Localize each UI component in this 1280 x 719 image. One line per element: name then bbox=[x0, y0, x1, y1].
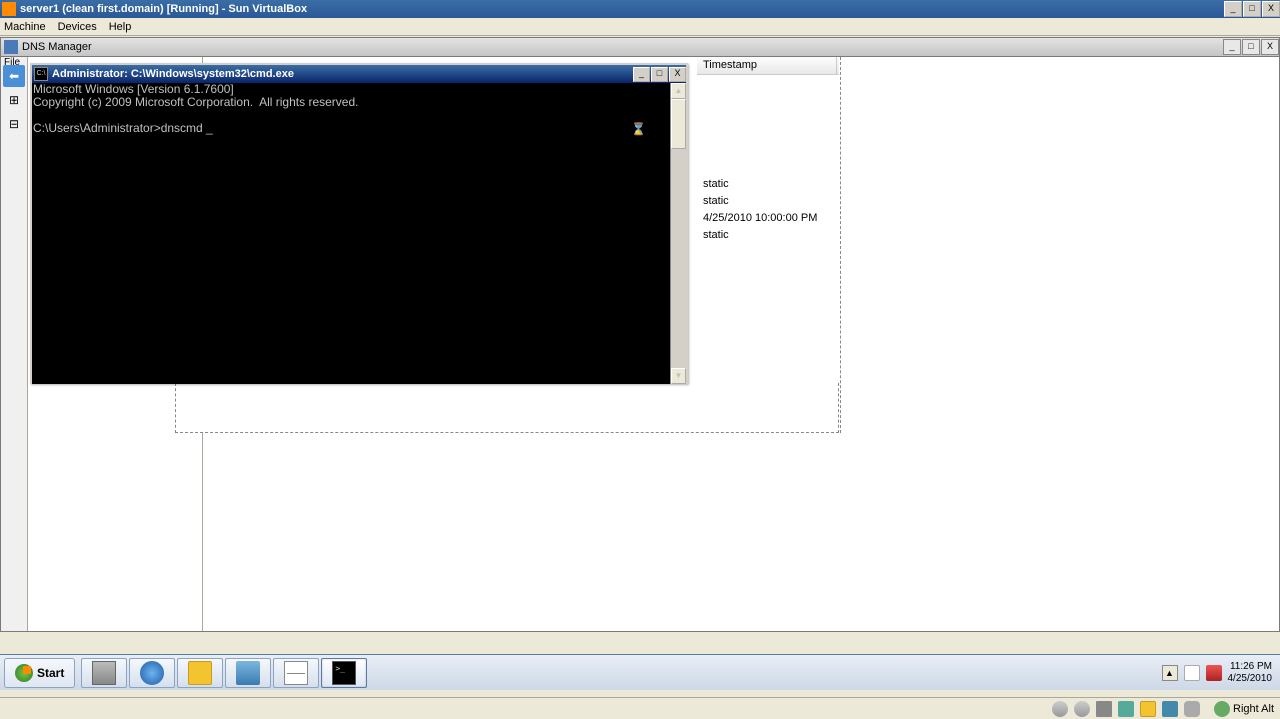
cmd-minimize-button[interactable]: _ bbox=[633, 67, 650, 82]
taskbar-item-dns[interactable] bbox=[273, 658, 319, 688]
virtualbox-title: server1 (clean first.domain) [Running] -… bbox=[20, 3, 1223, 15]
tray-date: 4/25/2010 bbox=[1228, 673, 1273, 685]
network-icon bbox=[236, 661, 260, 685]
cmd-icon: C:\ bbox=[34, 67, 48, 81]
vbox-close-button[interactable]: X bbox=[1262, 1, 1280, 17]
cmd-scrollbar[interactable]: ▲ ▼ bbox=[670, 83, 686, 384]
vbox-cd-icon[interactable] bbox=[1074, 701, 1090, 717]
cmd-maximize-button[interactable]: □ bbox=[651, 67, 668, 82]
dns-record-row[interactable]: static bbox=[697, 228, 839, 245]
cmd-titlebar[interactable]: C:\ Administrator: C:\Windows\system32\c… bbox=[32, 65, 686, 83]
dns-records-list: static static 4/25/2010 10:00:00 PM stat… bbox=[697, 75, 839, 245]
taskbar-item-server[interactable] bbox=[81, 658, 127, 688]
tree-collapse-icon[interactable]: ⊟ bbox=[3, 113, 25, 135]
cmd-window[interactable]: C:\ Administrator: C:\Windows\system32\c… bbox=[30, 63, 688, 384]
hostkey-label: Right Alt bbox=[1233, 703, 1274, 715]
system-tray: ▲ 11:26 PM 4/25/2010 bbox=[1162, 661, 1277, 685]
tray-action-center-icon[interactable] bbox=[1184, 665, 1200, 681]
vbox-display-icon[interactable] bbox=[1162, 701, 1178, 717]
dns-record-row[interactable]: 4/25/2010 10:00:00 PM bbox=[697, 211, 839, 228]
back-button[interactable]: ⬅ bbox=[3, 65, 25, 87]
dns-toolbar: File ⬅ ⊞ ⊟ bbox=[1, 57, 28, 631]
tray-time: 11:26 PM bbox=[1228, 661, 1273, 673]
virtualbox-statusbar: Right Alt bbox=[0, 697, 1280, 719]
dns-minimize-button[interactable]: _ bbox=[1223, 39, 1241, 55]
dns-record-row[interactable]: static bbox=[697, 177, 839, 194]
cmd-close-button[interactable]: X bbox=[669, 67, 686, 82]
virtualbox-menubar: Machine Devices Help bbox=[0, 18, 1280, 36]
dns-maximize-button[interactable]: □ bbox=[1242, 39, 1260, 55]
cmd-title: Administrator: C:\Windows\system32\cmd.e… bbox=[52, 68, 632, 80]
cmd-body[interactable]: Microsoft Windows [Version 6.1.7600] Cop… bbox=[32, 83, 686, 384]
taskbar-item-explorer[interactable] bbox=[177, 658, 223, 688]
virtualbox-icon bbox=[2, 2, 16, 16]
dns-menu-file[interactable]: File bbox=[1, 57, 27, 63]
hostkey-icon bbox=[1214, 701, 1230, 717]
column-header-timestamp[interactable]: Timestamp bbox=[697, 57, 837, 74]
dns-close-button[interactable]: X bbox=[1261, 39, 1279, 55]
server-manager-icon bbox=[92, 661, 116, 685]
taskbar-item-network[interactable] bbox=[225, 658, 271, 688]
start-label: Start bbox=[37, 666, 64, 680]
vbox-usb-icon[interactable] bbox=[1096, 701, 1112, 717]
internet-explorer-icon bbox=[140, 661, 164, 685]
cmd-output: Microsoft Windows [Version 6.1.7600] Cop… bbox=[33, 83, 670, 384]
taskbar-item-cmd[interactable] bbox=[321, 658, 367, 688]
windows-orb-icon bbox=[15, 664, 33, 682]
vbox-menu-help[interactable]: Help bbox=[109, 21, 132, 33]
tray-clock[interactable]: 11:26 PM 4/25/2010 bbox=[1228, 661, 1273, 685]
vbox-network-icon[interactable] bbox=[1118, 701, 1134, 717]
tray-show-hidden-icon[interactable]: ▲ bbox=[1162, 665, 1178, 681]
virtualbox-titlebar[interactable]: server1 (clean first.domain) [Running] -… bbox=[0, 0, 1280, 18]
vbox-minimize-button[interactable]: _ bbox=[1224, 1, 1242, 17]
explorer-icon bbox=[188, 661, 212, 685]
tree-expand-icon[interactable]: ⊞ bbox=[3, 89, 25, 111]
vbox-menu-devices[interactable]: Devices bbox=[58, 21, 97, 33]
vbox-hostkey[interactable]: Right Alt bbox=[1214, 701, 1274, 717]
wait-cursor-icon: ⌛ bbox=[631, 123, 646, 136]
scroll-down-arrow[interactable]: ▼ bbox=[671, 368, 686, 384]
dns-title: DNS Manager bbox=[22, 41, 1222, 53]
start-button[interactable]: Start bbox=[4, 658, 75, 688]
tray-security-icon[interactable] bbox=[1206, 665, 1222, 681]
scroll-up-arrow[interactable]: ▲ bbox=[671, 83, 686, 99]
vbox-maximize-button[interactable]: □ bbox=[1243, 1, 1261, 17]
vbox-shared-folders-icon[interactable] bbox=[1140, 701, 1156, 717]
taskbar-item-ie[interactable] bbox=[129, 658, 175, 688]
vbox-menu-machine[interactable]: Machine bbox=[4, 21, 46, 33]
dns-column-header-row: Timestamp bbox=[697, 57, 839, 75]
vbox-mouse-icon[interactable] bbox=[1184, 701, 1200, 717]
dns-record-row[interactable]: static bbox=[697, 194, 839, 211]
scroll-thumb[interactable] bbox=[671, 99, 686, 149]
mmc-icon bbox=[284, 661, 308, 685]
vbox-hdd-icon[interactable] bbox=[1052, 701, 1068, 717]
guest-taskbar: Start ▲ 11:26 PM 4/25/2010 bbox=[0, 654, 1280, 690]
dns-manager-icon bbox=[4, 40, 18, 54]
cmd-taskbar-icon bbox=[332, 661, 356, 685]
dns-titlebar[interactable]: DNS Manager _ □ X bbox=[0, 37, 1280, 57]
